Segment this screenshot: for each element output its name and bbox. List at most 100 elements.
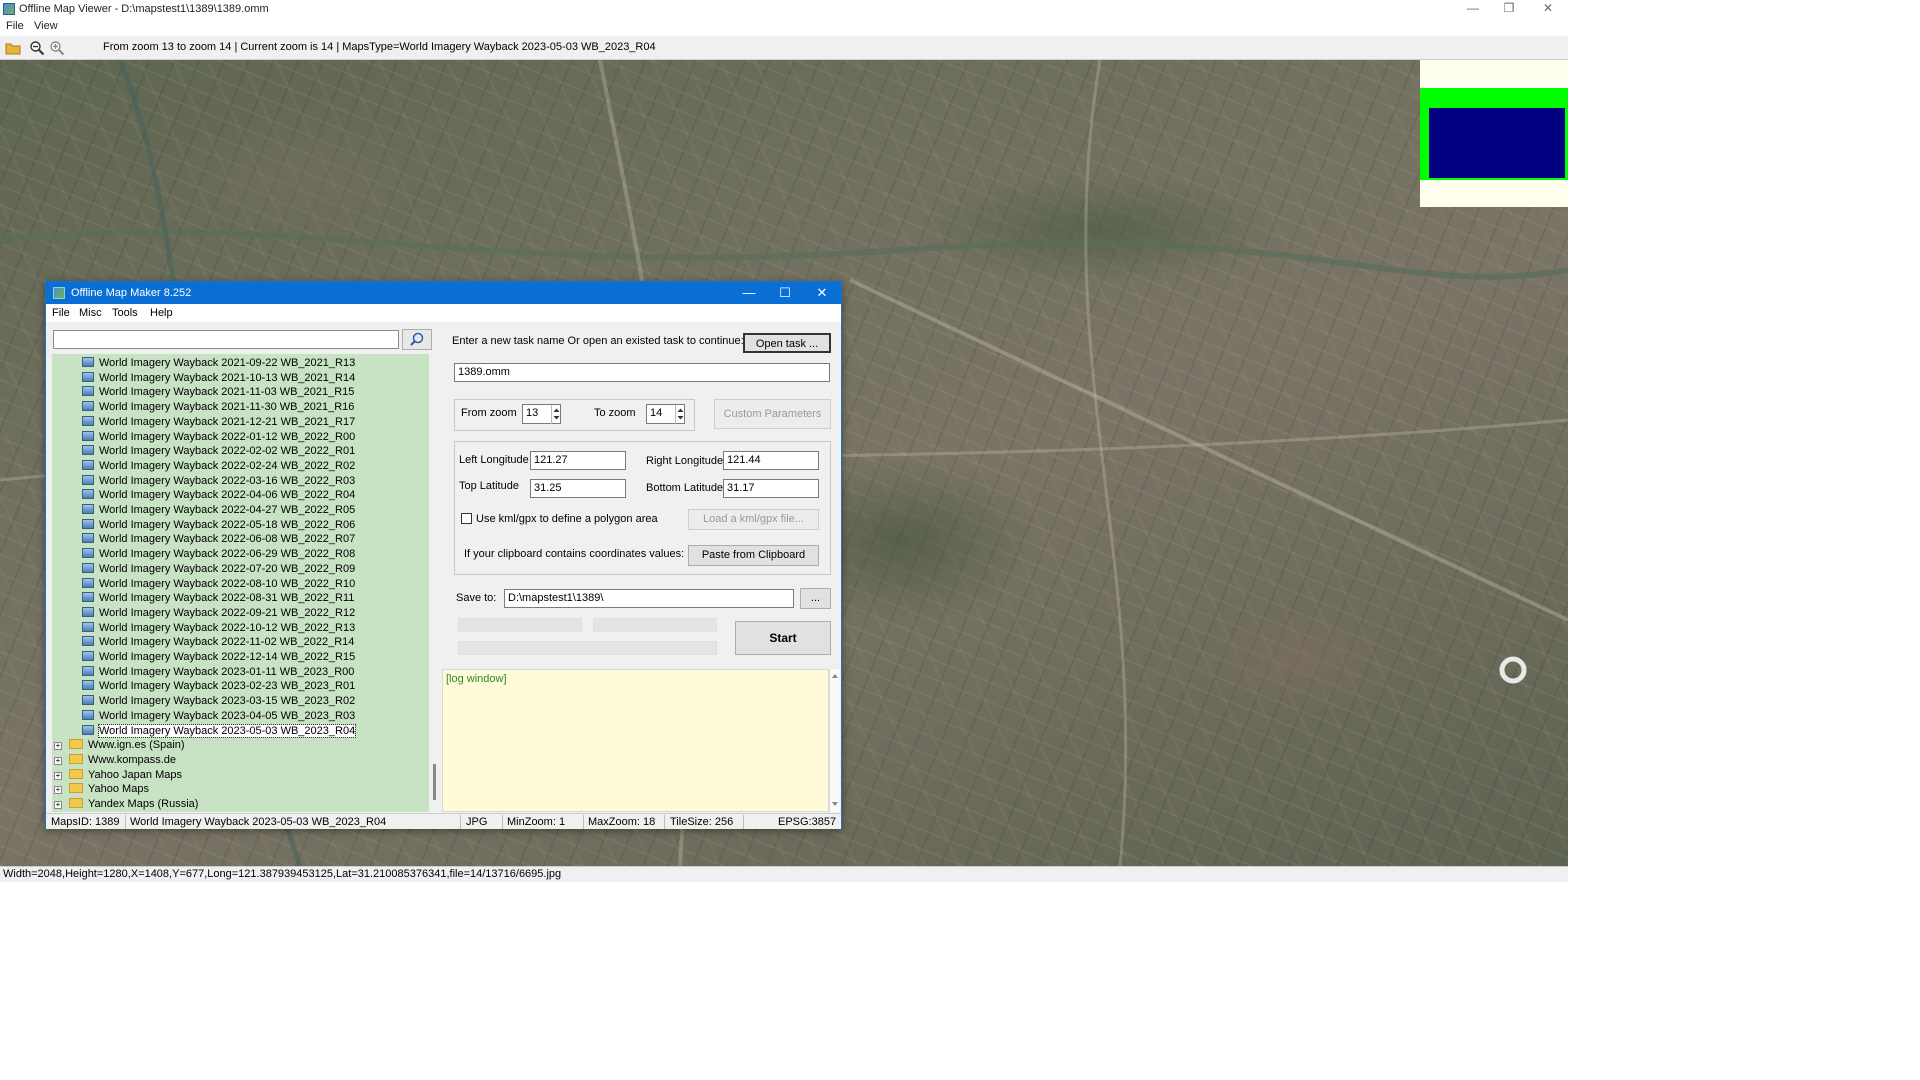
browse-button[interactable]: ... xyxy=(800,588,831,609)
search-button[interactable] xyxy=(402,329,432,350)
status-max-zoom: MaxZoom: 18 xyxy=(588,816,656,828)
status-tile-size: TileSize: 256 xyxy=(670,816,734,828)
tree-item-map-type[interactable]: World Imagery Wayback 2022-10-12 WB_2022… xyxy=(82,621,355,636)
clipboard-prompt: If your clipboard contains coordinates v… xyxy=(464,548,685,560)
tree-item-map-type[interactable]: World Imagery Wayback 2023-04-05 WB_2023… xyxy=(82,709,355,724)
zoom-out-icon[interactable] xyxy=(29,40,45,56)
tree-item-label: World Imagery Wayback 2023-05-03 WB_2023… xyxy=(97,723,357,738)
left-longitude-input[interactable]: 121.27 xyxy=(530,451,626,470)
tree-item-map-type[interactable]: World Imagery Wayback 2023-05-03 WB_2023… xyxy=(82,723,357,739)
tree-scrollbar[interactable] xyxy=(432,354,438,812)
custom-parameters-button[interactable]: Custom Parameters xyxy=(714,399,831,429)
expand-icon[interactable]: + xyxy=(54,786,62,795)
toolbar: From zoom 13 to zoom 14 | Current zoom i… xyxy=(0,36,1568,60)
dialog-app-icon xyxy=(53,287,65,299)
tree-item-map-type[interactable]: World Imagery Wayback 2022-06-08 WB_2022… xyxy=(82,532,355,547)
tree-item-map-type[interactable]: World Imagery Wayback 2022-03-16 WB_2022… xyxy=(82,474,355,489)
map-tile-icon xyxy=(82,459,94,470)
top-latitude-label: Top Latitude xyxy=(459,480,519,492)
tree-item-map-type[interactable]: World Imagery Wayback 2022-05-18 WB_2022… xyxy=(82,518,355,533)
tree-folder[interactable]: + Yahoo Japan Maps xyxy=(54,768,182,783)
status-divider xyxy=(125,815,126,829)
to-zoom-spinner[interactable] xyxy=(675,405,684,424)
save-path-input[interactable]: D:\mapstest1\1389\ xyxy=(504,589,794,608)
tree-item-map-type[interactable]: World Imagery Wayback 2022-08-31 WB_2022… xyxy=(82,591,354,606)
folder-icon xyxy=(69,739,83,750)
tree-item-label: World Imagery Wayback 2022-04-06 WB_2022… xyxy=(99,489,356,502)
tree-item-map-type[interactable]: World Imagery Wayback 2021-11-03 WB_2021… xyxy=(82,385,354,400)
open-task-button[interactable]: Open task ... xyxy=(743,333,831,353)
tree-item-map-type[interactable]: World Imagery Wayback 2023-02-23 WB_2023… xyxy=(82,679,355,694)
log-scrollbar[interactable] xyxy=(829,669,840,812)
tree-folder[interactable]: + Yahoo Maps xyxy=(54,782,149,797)
tree-item-map-type[interactable]: World Imagery Wayback 2022-07-20 WB_2022… xyxy=(82,562,355,577)
tree-item-map-type[interactable]: World Imagery Wayback 2022-04-06 WB_2022… xyxy=(82,488,355,503)
top-latitude-input[interactable]: 31.25 xyxy=(530,479,626,498)
tree-item-map-type[interactable]: World Imagery Wayback 2021-09-22 WB_2021… xyxy=(82,356,355,371)
tree-item-label: World Imagery Wayback 2022-03-16 WB_2022… xyxy=(99,474,356,487)
spinner-arrows-icon xyxy=(553,408,560,420)
expand-icon[interactable]: + xyxy=(54,756,62,765)
map-tile-icon xyxy=(82,651,94,661)
expand-icon[interactable]: + xyxy=(54,771,62,780)
tree-scroll-thumb[interactable] xyxy=(433,764,436,800)
dialog-title: Offline Map Maker 8.252 xyxy=(71,287,192,299)
from-zoom-spinner[interactable] xyxy=(551,405,560,424)
expand-icon[interactable]: + xyxy=(54,742,62,751)
tree-item-map-type[interactable]: World Imagery Wayback 2021-10-13 WB_2021… xyxy=(82,371,355,386)
map-tile-icon xyxy=(82,562,94,573)
tree-item-map-type[interactable]: World Imagery Wayback 2022-08-10 WB_2022… xyxy=(82,577,355,592)
open-folder-icon[interactable] xyxy=(5,40,21,56)
progress-bar-2 xyxy=(593,618,717,632)
zoom-in-icon[interactable] xyxy=(49,40,65,56)
dialog-maximize-button[interactable]: ☐ xyxy=(770,284,800,302)
load-kml-button[interactable]: Load a kml/gpx file... xyxy=(688,509,819,530)
start-button[interactable]: Start xyxy=(735,621,831,655)
task-name-input[interactable]: 1389.omm xyxy=(454,363,830,382)
tree-item-map-type[interactable]: World Imagery Wayback 2022-02-24 WB_2022… xyxy=(82,459,355,474)
tree-item-map-type[interactable]: World Imagery Wayback 2023-03-15 WB_2023… xyxy=(82,694,355,709)
tree-item-map-type[interactable]: World Imagery Wayback 2022-01-12 WB_2022… xyxy=(82,430,355,445)
tree-item-label: World Imagery Wayback 2022-01-12 WB_2022… xyxy=(99,430,356,443)
expand-icon[interactable]: + xyxy=(54,801,62,809)
tree-item-map-type[interactable]: World Imagery Wayback 2022-11-02 WB_2022… xyxy=(82,635,354,650)
dialog-menu-help[interactable]: Help xyxy=(150,307,173,319)
tree-item-label: World Imagery Wayback 2021-12-21 WB_2021… xyxy=(99,415,356,428)
tree-folder[interactable]: + Yandex Maps (Russia) xyxy=(54,797,198,812)
restore-button[interactable]: ❐ xyxy=(1491,0,1527,18)
tree-item-label: World Imagery Wayback 2022-02-24 WB_2022… xyxy=(99,459,356,472)
dialog-close-button[interactable]: ✕ xyxy=(807,284,837,302)
tree-folder-label: Yahoo Japan Maps xyxy=(88,768,182,781)
tree-item-map-type[interactable]: World Imagery Wayback 2023-01-11 WB_2023… xyxy=(82,665,354,680)
minimize-button[interactable]: — xyxy=(1455,0,1491,18)
dialog-menu-file[interactable]: File xyxy=(52,307,70,319)
overview-minimap[interactable] xyxy=(1420,60,1568,207)
folder-icon xyxy=(69,753,83,764)
map-search-input[interactable] xyxy=(53,330,399,349)
dialog-menu-tools[interactable]: Tools xyxy=(112,307,138,319)
menu-view[interactable]: View xyxy=(34,20,58,32)
tree-item-label: World Imagery Wayback 2021-10-13 WB_2021… xyxy=(99,371,356,384)
tree-item-map-type[interactable]: World Imagery Wayback 2022-06-29 WB_2022… xyxy=(82,547,355,562)
tree-item-map-type[interactable]: World Imagery Wayback 2022-12-14 WB_2022… xyxy=(82,650,355,665)
menu-file[interactable]: File xyxy=(6,20,24,32)
paste-clipboard-button[interactable]: Paste from Clipboard xyxy=(688,545,819,566)
right-longitude-input[interactable]: 121.44 xyxy=(723,451,819,470)
log-window[interactable]: [log window] xyxy=(442,669,829,812)
progress-bar-1 xyxy=(458,618,582,632)
dialog-menu-misc[interactable]: Misc xyxy=(79,307,102,319)
tree-item-map-type[interactable]: World Imagery Wayback 2022-04-27 WB_2022… xyxy=(82,503,355,518)
kml-checkbox[interactable] xyxy=(461,513,472,524)
tree-item-map-type[interactable]: World Imagery Wayback 2021-12-21 WB_2021… xyxy=(82,415,355,430)
dialog-minimize-button[interactable]: — xyxy=(734,284,764,302)
tree-folder[interactable]: + Www.ign.es (Spain) xyxy=(54,738,185,753)
tree-item-label: World Imagery Wayback 2022-11-02 WB_2022… xyxy=(99,636,355,649)
tree-item-map-type[interactable]: World Imagery Wayback 2022-09-21 WB_2022… xyxy=(82,606,355,621)
tree-folder[interactable]: + Www.kompass.de xyxy=(54,753,176,768)
bottom-latitude-input[interactable]: 31.17 xyxy=(723,479,819,498)
tree-item-map-type[interactable]: World Imagery Wayback 2021-11-30 WB_2021… xyxy=(82,400,354,415)
map-type-tree[interactable]: World Imagery Wayback 2021-09-22 WB_2021… xyxy=(52,354,429,812)
close-button[interactable]: ✕ xyxy=(1530,0,1566,18)
right-longitude-label: Right Longitude xyxy=(646,455,724,467)
tree-item-map-type[interactable]: World Imagery Wayback 2022-02-02 WB_2022… xyxy=(82,444,355,459)
